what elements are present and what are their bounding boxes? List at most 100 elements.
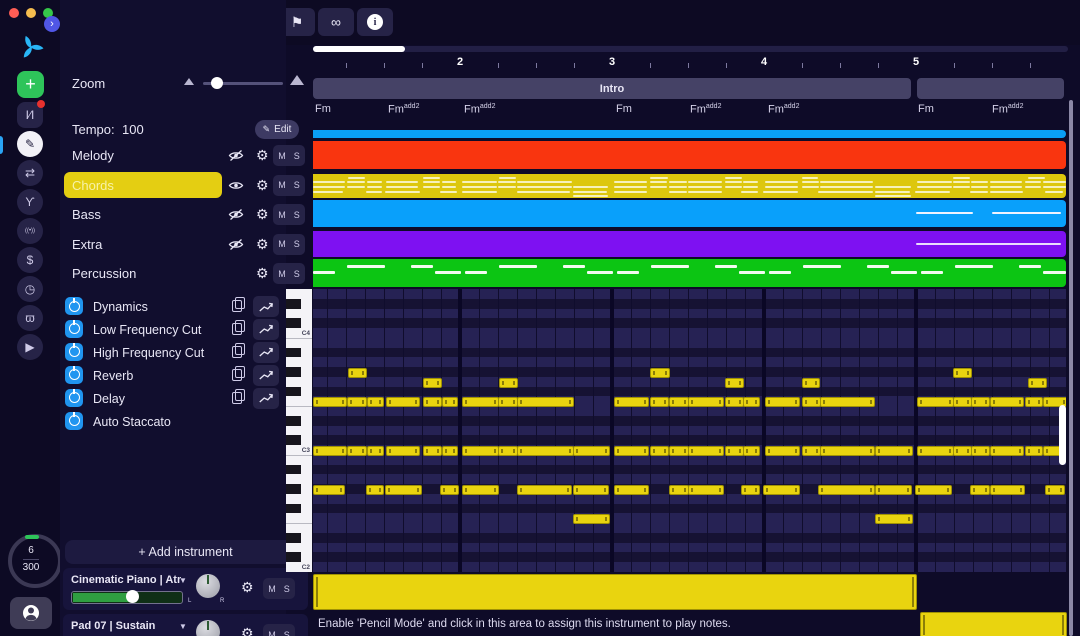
credits-icon[interactable]: $ <box>17 247 43 273</box>
piano-roll-note[interactable] <box>498 445 518 456</box>
piano-roll-note[interactable] <box>386 445 420 456</box>
piano-roll-note[interactable] <box>990 397 1024 408</box>
percussion-lane[interactable] <box>313 259 1066 287</box>
bass-lane[interactable] <box>313 200 1066 227</box>
track-row-melody[interactable]: Melody ⚙ M S <box>60 141 305 169</box>
piano-roll-note[interactable] <box>971 445 990 456</box>
piano-roll-note[interactable] <box>650 397 669 408</box>
info-button[interactable]: i <box>357 8 393 36</box>
window-scrollbar-thumb[interactable] <box>1069 100 1073 636</box>
piano-roll-note[interactable] <box>741 484 760 495</box>
piano-roll-note[interactable] <box>386 397 420 408</box>
pan-knob[interactable] <box>196 620 220 636</box>
pan-knob[interactable] <box>196 574 220 598</box>
piano-roll-note[interactable] <box>366 484 384 495</box>
piano-roll-note[interactable] <box>348 367 367 378</box>
track-visibility-eye-icon[interactable] <box>228 179 244 192</box>
piano-roll-note[interactable] <box>915 484 952 495</box>
track-row-bass[interactable]: Bass ⚙ M S <box>60 200 305 228</box>
black-key[interactable] <box>286 386 301 397</box>
piano-roll-note[interactable] <box>802 445 821 456</box>
piano-roll-note[interactable] <box>423 445 442 456</box>
effect-toggle-button[interactable] <box>65 319 83 338</box>
effect-toggle-button[interactable] <box>65 411 83 430</box>
piano-roll-note[interactable] <box>669 445 689 456</box>
piano-roll-note[interactable] <box>953 445 972 456</box>
black-key[interactable] <box>286 503 301 514</box>
mute-button[interactable]: M <box>278 180 286 190</box>
melody-lane[interactable] <box>313 141 1066 169</box>
piano-roll-note[interactable] <box>573 484 609 495</box>
piano-roll-note[interactable] <box>802 377 820 388</box>
piano-roll-grid[interactable] <box>313 289 1066 572</box>
black-key[interactable] <box>286 367 301 377</box>
piano-roll-note[interactable] <box>1025 397 1043 408</box>
account-button[interactable] <box>10 597 52 629</box>
piano-roll-note[interactable] <box>743 445 760 456</box>
section-block-empty[interactable] <box>917 78 1064 99</box>
piano-roll-note[interactable] <box>990 484 1025 495</box>
close-button[interactable] <box>9 8 19 18</box>
piano-roll-note[interactable] <box>917 445 954 456</box>
piano-roll-note[interactable] <box>725 397 744 408</box>
track-row-extra[interactable]: Extra ⚙ M S <box>60 230 305 258</box>
piano-roll-note[interactable] <box>802 397 821 408</box>
copy-icon[interactable] <box>232 365 245 381</box>
track-settings-gear-icon[interactable]: ⚙ <box>256 178 269 192</box>
piano-roll-note[interactable] <box>423 377 442 388</box>
volume-thumb[interactable] <box>125 590 139 603</box>
piano-roll-note[interactable] <box>1028 377 1047 388</box>
effect-toggle-button[interactable] <box>65 388 83 407</box>
instrument-name[interactable]: Cinematic Piano | Atmo... <box>71 574 181 586</box>
piano-roll-note[interactable] <box>669 397 689 408</box>
piano-roll-note[interactable] <box>990 445 1024 456</box>
copy-icon[interactable] <box>232 388 245 404</box>
mute-button[interactable]: M <box>268 584 276 594</box>
piano-roll-note[interactable] <box>347 445 367 456</box>
black-key[interactable] <box>286 318 301 328</box>
mascot-icon[interactable]: ϒ <box>17 189 43 215</box>
black-key[interactable] <box>286 532 301 543</box>
section-block-intro[interactable]: Intro <box>313 78 911 99</box>
volume-slider[interactable] <box>71 590 183 604</box>
piano-roll-note[interactable] <box>763 484 800 495</box>
piano-roll-note[interactable] <box>818 484 875 495</box>
h-scrollbar-track[interactable] <box>313 46 1068 52</box>
black-key[interactable] <box>286 347 301 358</box>
piano-roll-note[interactable] <box>499 377 518 388</box>
piano-roll-note[interactable] <box>1025 445 1043 456</box>
effect-toggle-button[interactable] <box>65 365 83 384</box>
black-key[interactable] <box>286 435 301 445</box>
piano-roll-note[interactable] <box>688 397 724 408</box>
collapse-panel-button[interactable]: › <box>44 16 60 32</box>
piano-roll-note[interactable] <box>313 484 345 495</box>
copy-icon[interactable] <box>232 297 245 312</box>
piano-roll-note[interactable] <box>1045 484 1065 495</box>
piano-roll-note[interactable] <box>313 397 347 408</box>
piano-roll-note[interactable] <box>820 397 875 408</box>
discord-icon[interactable]: ϖ <box>17 305 43 331</box>
black-key[interactable] <box>286 415 301 426</box>
assigned-region-clip-2[interactable] <box>920 612 1067 636</box>
piano-roll-note[interactable] <box>614 484 649 495</box>
piano-roll-note[interactable] <box>498 397 518 408</box>
instrument-dropdown-caret-icon[interactable]: ▼ <box>179 576 187 585</box>
black-key[interactable] <box>286 484 301 494</box>
instrument-settings-gear-icon[interactable]: ⚙ <box>241 580 254 594</box>
black-key[interactable] <box>286 298 301 309</box>
roll-scrollbar-thumb[interactable] <box>1059 405 1066 465</box>
copy-icon[interactable] <box>232 319 245 335</box>
pencil-mode-icon[interactable]: ✎ <box>17 131 43 157</box>
zoom-slider-thumb[interactable] <box>211 77 223 89</box>
add-instrument-button[interactable]: + Add instrument <box>65 540 306 564</box>
piano-roll-note[interactable] <box>442 445 458 456</box>
piano-roll-note[interactable] <box>669 484 689 495</box>
effect-toggle-button[interactable] <box>65 342 83 361</box>
effect-toggle-button[interactable] <box>65 297 83 315</box>
piano-roll-note[interactable] <box>517 445 574 456</box>
melody-strip-lane[interactable] <box>313 130 1066 138</box>
automation-curve-button[interactable] <box>253 318 279 340</box>
piano-roll-note[interactable] <box>917 397 954 408</box>
piano-roll-note[interactable] <box>442 397 458 408</box>
piano-roll-note[interactable] <box>367 397 384 408</box>
